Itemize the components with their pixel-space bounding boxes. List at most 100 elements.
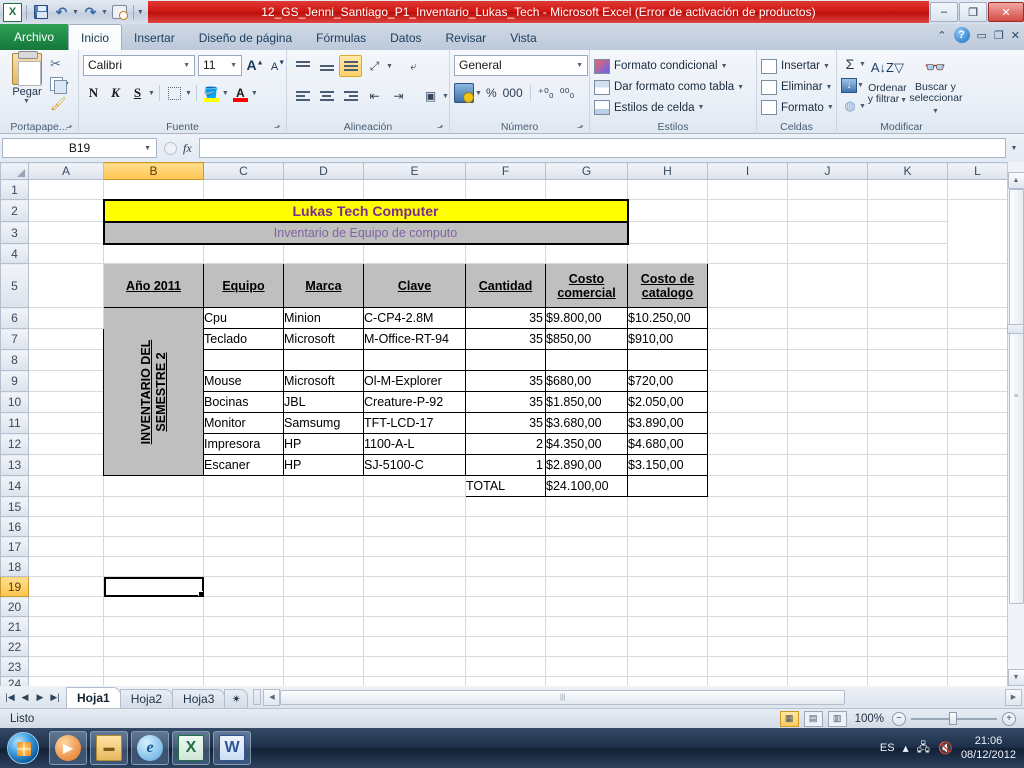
cell-k14[interactable] <box>867 475 948 497</box>
table-cell-cantidad[interactable]: 35 <box>465 412 546 434</box>
cell-f23[interactable] <box>465 656 546 677</box>
cell-e14[interactable] <box>363 475 466 497</box>
cell-d15[interactable] <box>283 496 364 517</box>
cell-k16[interactable] <box>867 516 948 537</box>
cut-button[interactable]: ✂ <box>50 55 70 73</box>
row-header-10[interactable]: 10 <box>0 391 29 413</box>
horizontal-split-handle[interactable] <box>253 689 262 705</box>
cell-l18[interactable] <box>947 556 1008 577</box>
table-cell-costo-comercial[interactable]: $680,00 <box>545 370 628 392</box>
cell-k20[interactable] <box>867 596 948 617</box>
cell-a23[interactable] <box>28 656 104 677</box>
cell-i3[interactable] <box>627 221 708 244</box>
scroll-left-icon[interactable]: ◀ <box>263 688 281 706</box>
format-painter-button[interactable]: 🖌 <box>50 95 70 113</box>
cell-a22[interactable] <box>28 636 104 657</box>
underline-dropdown-icon[interactable]: ▼ <box>148 90 155 97</box>
column-header-f[interactable]: F <box>465 162 546 180</box>
borders-button[interactable] <box>164 83 185 104</box>
cell-b15[interactable] <box>103 496 204 517</box>
cell-j2[interactable] <box>707 199 788 222</box>
sort-filter-button[interactable]: A↓Z▽ Ordenar y filtrar ▼ <box>866 53 909 117</box>
vertical-scrollbar[interactable]: ▲ ≡ ▼ <box>1007 162 1024 686</box>
table-cell-cantidad[interactable]: 2 <box>465 433 546 455</box>
cell-e22[interactable] <box>363 636 466 657</box>
row-header-24[interactable]: 24 <box>0 676 29 686</box>
cell-i4[interactable] <box>707 243 788 264</box>
insert-worksheet-icon[interactable]: ✴ <box>224 688 249 708</box>
cell-k24[interactable] <box>867 676 948 686</box>
row-header-4[interactable]: 4 <box>0 243 29 264</box>
cell-h22[interactable] <box>627 636 708 657</box>
horizontal-scroll-thumb[interactable]: ||| <box>280 689 845 705</box>
column-header-b[interactable]: B <box>103 162 204 180</box>
cell-a9[interactable] <box>28 370 104 392</box>
grow-font-button[interactable]: A▲ <box>245 57 265 73</box>
taskbar-media-player[interactable]: ▶ <box>49 731 87 765</box>
cell-l24[interactable] <box>947 676 1008 686</box>
align-center-button[interactable] <box>315 85 338 107</box>
cell-e16[interactable] <box>363 516 466 537</box>
table-cell-equipo[interactable]: Monitor <box>203 412 284 434</box>
cell-e17[interactable] <box>363 536 466 557</box>
cell-f20[interactable] <box>465 596 546 617</box>
borders-dropdown-icon[interactable]: ▼ <box>185 90 192 97</box>
cell-h21[interactable] <box>627 616 708 637</box>
sheet-tab-hoja1[interactable]: Hoja1 <box>66 686 121 708</box>
save-icon[interactable] <box>31 3 50 22</box>
cell-f1[interactable] <box>465 179 546 200</box>
cell-d19[interactable] <box>283 576 364 597</box>
cell-l9[interactable] <box>947 370 1008 392</box>
cell-g22[interactable] <box>545 636 628 657</box>
row-header-22[interactable]: 22 <box>0 636 29 657</box>
cell-c22[interactable] <box>203 636 284 657</box>
cell-d20[interactable] <box>283 596 364 617</box>
zoom-out-button[interactable]: − <box>892 711 906 726</box>
table-cell-costo-catalogo[interactable]: $3.150,00 <box>627 454 708 476</box>
cell-i16[interactable] <box>707 516 788 537</box>
column-header-j[interactable]: J <box>787 162 868 180</box>
restore-button[interactable]: ❐ <box>959 2 987 22</box>
cell-d4[interactable] <box>283 243 364 264</box>
cell-g20[interactable] <box>545 596 628 617</box>
minimize-button[interactable]: – <box>930 2 958 22</box>
cell-g21[interactable] <box>545 616 628 637</box>
number-format-chevron-down-icon[interactable]: ▼ <box>576 62 583 69</box>
cell-a1[interactable] <box>28 179 104 200</box>
cell-g24[interactable] <box>545 676 628 686</box>
find-select-button[interactable]: 👓 Buscar y seleccionar ▼ <box>909 53 962 117</box>
table-cell-costo-catalogo[interactable]: $910,00 <box>627 328 708 350</box>
cell-k22[interactable] <box>867 636 948 657</box>
table-cell-equipo[interactable]: Impresora <box>203 433 284 455</box>
cell-j22[interactable] <box>787 636 868 657</box>
cell-i11[interactable] <box>707 412 788 434</box>
table-cell-cantidad[interactable]: 35 <box>465 391 546 413</box>
cell-a12[interactable] <box>28 433 104 455</box>
cell-d18[interactable] <box>283 556 364 577</box>
cell-j4[interactable] <box>787 243 868 264</box>
cell-l6[interactable] <box>947 307 1008 329</box>
table-cell-costo-comercial[interactable]: $3.680,00 <box>545 412 628 434</box>
header-cell-costo-comercial[interactable]: Costo comercial <box>545 263 628 308</box>
header-cell-marca[interactable]: Marca <box>283 263 364 308</box>
horizontal-scrollbar[interactable]: ◀ ||| ▶ <box>263 688 1022 706</box>
merge-dropdown-icon[interactable]: ▼ <box>442 93 449 100</box>
cell-k2[interactable] <box>787 199 868 222</box>
cell-h19[interactable] <box>627 576 708 597</box>
cell-c20[interactable] <box>203 596 284 617</box>
number-format-select[interactable]: General ▼ <box>454 54 588 76</box>
number-dialog-launcher-icon[interactable]: ⬏ <box>577 123 586 132</box>
cell-j5[interactable] <box>787 263 868 308</box>
table-cell-cantidad[interactable]: 35 <box>465 307 546 329</box>
cell-l21[interactable] <box>947 616 1008 637</box>
delete-cells-button[interactable]: Eliminar ▼ <box>761 78 832 97</box>
table-cell-clave[interactable]: 1100-A-L <box>363 433 466 455</box>
ribbon-minimize-icon[interactable]: ▭ <box>977 29 987 42</box>
autosum-button[interactable]: Σ ▼ <box>841 54 866 74</box>
cell-a21[interactable] <box>28 616 104 637</box>
row-header-15[interactable]: 15 <box>0 496 29 517</box>
cell-k6[interactable] <box>867 307 948 329</box>
cell-i7[interactable] <box>707 328 788 350</box>
cell-e20[interactable] <box>363 596 466 617</box>
column-header-d[interactable]: D <box>283 162 364 180</box>
